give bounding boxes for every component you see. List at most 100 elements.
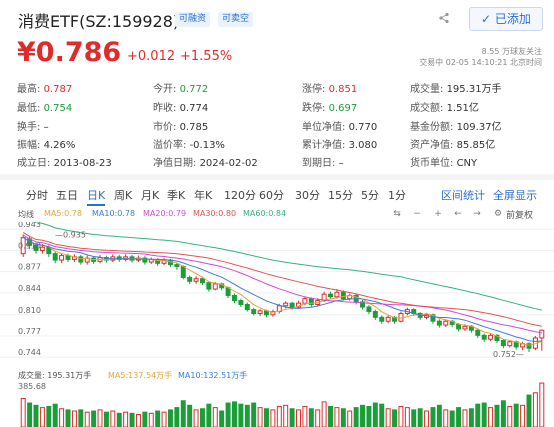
volume-bar <box>27 402 33 427</box>
zoom-out-icon[interactable]: − <box>412 209 422 219</box>
stat-market-price: 市价: 0.785 <box>153 122 209 133</box>
volume-bar <box>71 410 77 427</box>
volume-bar <box>116 412 122 427</box>
candle-body <box>500 339 506 347</box>
fullscreen-link[interactable]: 全屏显示 <box>493 187 537 203</box>
candle-body <box>366 306 372 313</box>
high-annotation: —0.935 <box>55 230 86 239</box>
candle-body <box>379 316 385 322</box>
volume-bar <box>155 410 161 427</box>
volume-bar <box>424 410 430 427</box>
volume-bar <box>449 410 455 427</box>
tab-5-min[interactable]: 5分 <box>361 187 379 203</box>
volume-legend: 成交量: 195.31万手 MA5:137.54万手 MA10:132.51万手 <box>0 368 554 380</box>
volume-bar <box>411 409 417 427</box>
tab-15-min[interactable]: 15分 <box>328 187 353 203</box>
volume-bar <box>219 410 225 427</box>
volume-bar <box>161 411 167 427</box>
stat-unit-nav: 单位净值: 0.770 <box>302 122 378 133</box>
swap-icon[interactable]: ⇆ <box>392 209 402 219</box>
volume-bar <box>468 408 474 427</box>
share-icon[interactable] <box>438 12 450 24</box>
volume-bar <box>488 407 494 427</box>
volume-bar <box>308 408 314 427</box>
volume-bar <box>135 413 141 427</box>
tab-five-day[interactable]: 五日 <box>56 187 78 203</box>
stat-amount: 成交额: 1.51亿 <box>410 103 479 114</box>
tab-30-min[interactable]: 30分 <box>295 187 320 203</box>
ma20-value: MA20:0.79 <box>143 209 187 218</box>
volume-bar <box>167 409 173 427</box>
interval-stats-link[interactable]: 区间统计 <box>441 187 485 203</box>
candle-body <box>539 329 545 339</box>
volume-bar <box>212 407 218 427</box>
candle-body <box>488 334 494 340</box>
y-tick-label: 0.744 <box>18 348 41 357</box>
stat-prev-close: 昨收: 0.774 <box>153 103 209 114</box>
volume-bar <box>251 402 257 427</box>
volume-bar <box>238 403 244 427</box>
volume-bar <box>296 409 301 427</box>
volume-bar <box>193 409 199 427</box>
tab-120-min[interactable]: 120分 <box>224 187 256 203</box>
volume-bar <box>148 412 154 427</box>
ma-legend-label: 均线 <box>18 210 34 219</box>
quote-header: 消费ETF(SZ:159928) 可融资 可卖空 ✓ 已添加 <box>0 0 554 34</box>
volume-bar <box>360 404 366 427</box>
short-badge: 可卖空 <box>218 12 254 27</box>
price-change-percent: +1.55% <box>180 49 233 64</box>
candle-body <box>59 255 65 261</box>
volume-bar <box>340 408 346 427</box>
tab-intraday[interactable]: 分时 <box>26 187 48 203</box>
candlestick-chart[interactable]: 0.943 0.910 0.877 0.844 0.810 0.777 0.744 —0.9… <box>0 222 554 367</box>
volume-bar <box>257 407 263 427</box>
volume-bar <box>199 408 205 427</box>
candle-body <box>244 303 250 311</box>
volume-bar <box>430 407 436 427</box>
volume-bar <box>84 411 90 427</box>
settings-icon[interactable]: ⚙ <box>493 209 503 219</box>
ma10-value: MA10:0.78 <box>92 209 136 218</box>
stat-maturity: 到期日: – <box>302 158 344 169</box>
watchlist-button[interactable]: ✓ 已添加 <box>469 7 543 31</box>
volume-bar <box>372 402 378 427</box>
y-tick-label: 0.844 <box>18 284 41 293</box>
tab-monthly-k[interactable]: 月K <box>141 187 159 203</box>
candle-body <box>212 283 218 290</box>
candle-body <box>52 253 58 261</box>
volume-bar <box>283 404 289 427</box>
volume-max-label: 385.68 <box>18 382 46 391</box>
candle-body <box>328 293 334 298</box>
volume-bar <box>91 410 97 427</box>
volume-bar <box>379 403 385 427</box>
price-adjust-toggle[interactable]: 前复权 <box>506 208 533 221</box>
candle-body <box>372 311 378 318</box>
candle-body <box>475 329 481 336</box>
volume-bar <box>494 404 500 427</box>
volume-bar <box>443 409 449 427</box>
ma60-line <box>33 222 542 311</box>
candle-body <box>385 316 391 322</box>
tab-60-min[interactable]: 60分 <box>259 187 284 203</box>
volume-bar <box>302 405 308 427</box>
tab-weekly-k[interactable]: 周K <box>114 187 132 203</box>
stat-currency: 货币单位: CNY <box>410 158 478 169</box>
volume-bar <box>33 404 39 427</box>
volume-bar <box>385 408 391 427</box>
volume-bar <box>526 394 532 427</box>
tab-1-min[interactable]: 1分 <box>388 187 406 203</box>
candle-body <box>231 294 237 302</box>
y-tick-label: 0.810 <box>18 306 41 315</box>
candle-body <box>39 246 45 251</box>
price-row: ¥0.786 +0.012 +1.55% 8.55 万球友关注 交易中 02-0… <box>0 36 554 76</box>
zoom-in-icon[interactable]: + <box>433 209 443 219</box>
tab-yearly-k[interactable]: 年K <box>194 187 212 203</box>
volume-bar <box>507 405 513 427</box>
tab-daily-k[interactable]: 日K <box>87 187 106 206</box>
right-arrow-icon[interactable]: → <box>472 209 482 219</box>
candle-body <box>283 302 289 307</box>
stat-acc-nav: 累计净值: 3.080 <box>302 140 378 151</box>
tab-quarterly-k[interactable]: 季K <box>167 187 185 203</box>
left-arrow-icon[interactable]: ← <box>453 209 463 219</box>
candle-body <box>334 291 340 298</box>
